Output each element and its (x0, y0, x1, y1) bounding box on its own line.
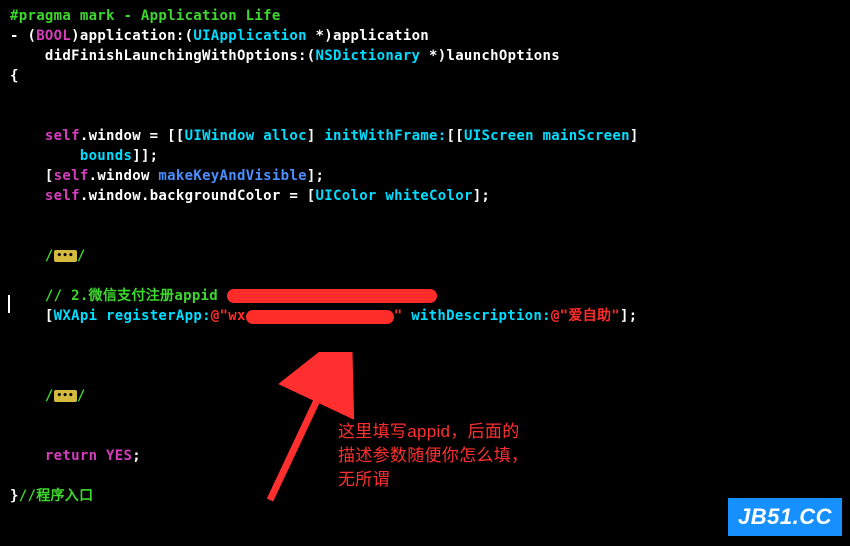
annotation-text: 这里填写appid，后面的 描述参数随便你怎么填， 无所谓 (338, 420, 528, 492)
open-brace: { (0, 66, 850, 86)
comment-appid: // 2.微信支付注册appid (0, 286, 850, 306)
blank-line (0, 266, 850, 286)
method-sig-line2: didFinishLaunchingWithOptions:(NSDiction… (0, 46, 850, 66)
bgcolor-line: self.window.backgroundColor = [UIColor w… (0, 186, 850, 206)
watermark-badge: JB51.CC (728, 498, 842, 536)
fold-comment-2[interactable]: /•••/ (0, 386, 850, 406)
blank-line (0, 86, 850, 106)
text-cursor (8, 295, 10, 313)
redaction-bar (246, 310, 394, 324)
blank-line (0, 226, 850, 246)
fold-icon[interactable]: ••• (54, 250, 77, 262)
wxapi-register-line: [WXApi registerApp:@"wx" withDescription… (0, 306, 850, 326)
makekey-line: [self.window makeKeyAndVisible]; (0, 166, 850, 186)
method-sig-line1: - (BOOL)application:(UIApplication *)app… (0, 26, 850, 46)
fold-comment-1[interactable]: /•••/ (0, 246, 850, 266)
blank-line (0, 326, 850, 346)
bounds-line: bounds]]; (0, 146, 850, 166)
window-alloc-line: self.window = [[UIWindow alloc] initWith… (0, 126, 850, 146)
pragma-line: #pragma mark - Application Life (0, 6, 850, 26)
redaction-bar (227, 289, 437, 303)
blank-line (0, 366, 850, 386)
blank-line (0, 206, 850, 226)
blank-line (0, 346, 850, 366)
fold-icon[interactable]: ••• (54, 390, 77, 402)
blank-line (0, 106, 850, 126)
